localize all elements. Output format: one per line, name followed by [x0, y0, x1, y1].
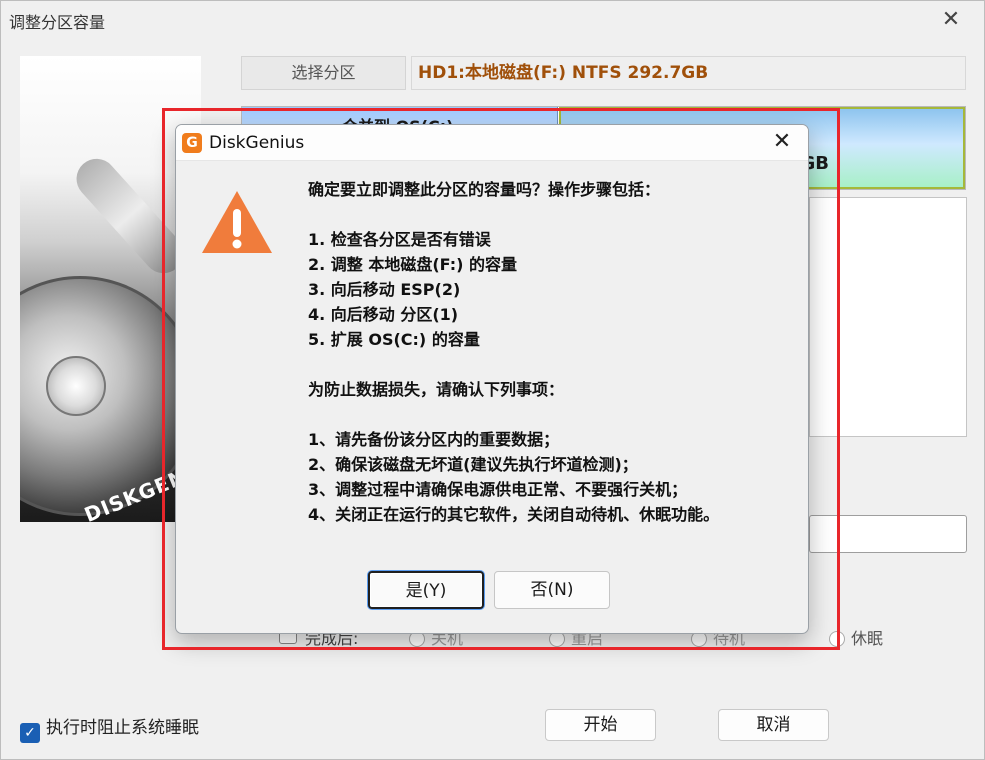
message-line: 为防止数据损失，请确认下列事项：	[308, 380, 565, 399]
partition-settings-panel	[809, 197, 967, 437]
diskgenius-banner-image: DISKGENIUS	[20, 56, 201, 522]
message-line: 2、确保该磁盘无坏道(建议先执行坏道检测)；	[308, 455, 638, 474]
dialog-message: 确定要立即调整此分区的容量吗？操作步骤包括： 1. 检查各分区是否有错误 2. …	[308, 177, 788, 527]
prevent-sleep-label: 执行时阻止系统睡眠	[46, 718, 199, 738]
prevent-sleep-checkbox[interactable]: ✓ 执行时阻止系统睡眠	[20, 713, 199, 743]
message-line	[308, 202, 788, 227]
message-line: 4、关闭正在运行的其它软件，关闭自动待机、休眠功能。	[308, 505, 720, 524]
partition-info-field: HD1:本地磁盘(F:) NTFS 292.7GB	[411, 56, 966, 90]
select-partition-button[interactable]: 选择分区	[241, 56, 406, 90]
diskgenius-app-icon: G	[182, 133, 202, 153]
message-line	[308, 352, 788, 377]
window-title: 调整分区容量	[9, 13, 106, 32]
window-close-icon[interactable]: ✕	[936, 5, 966, 35]
disk-arm-graphic	[68, 150, 192, 282]
dialog-title: DiskGenius	[209, 133, 305, 153]
message-line: 确定要立即调整此分区的容量吗？操作步骤包括：	[308, 180, 661, 199]
message-line: 1. 检查各分区是否有错误	[308, 230, 491, 249]
no-button[interactable]: 否(N)	[494, 571, 610, 609]
radio-circle-icon	[829, 631, 845, 647]
radio-hibernate-label: 休眠	[851, 629, 884, 648]
message-line: 3、调整过程中请确保电源供电正常、不要强行关机；	[308, 480, 688, 499]
message-line: 5. 扩展 OS(C:) 的容量	[308, 330, 480, 349]
size-input[interactable]	[809, 515, 967, 553]
confirm-dialog: G DiskGenius ✕ 确定要立即调整此分区的容量吗？操作步骤包括： 1.…	[175, 124, 809, 634]
yes-button[interactable]: 是(Y)	[368, 571, 484, 609]
message-line: 4. 向后移动 分区(1)	[308, 305, 459, 324]
radio-hibernate[interactable]: 休眠	[829, 625, 883, 649]
disk-hub-graphic	[46, 356, 106, 416]
message-line: 1、请先备份该分区内的重要数据；	[308, 430, 560, 449]
dialog-close-icon[interactable]: ✕	[768, 128, 796, 156]
start-button[interactable]: 开始	[545, 709, 656, 741]
message-line: 2. 调整 本地磁盘(F:) 的容量	[308, 255, 518, 274]
message-line	[308, 402, 788, 427]
cancel-button[interactable]: 取消	[718, 709, 829, 741]
message-line: 3. 向后移动 ESP(2)	[308, 280, 461, 299]
checkmark-icon: ✓	[20, 723, 40, 743]
dialog-titlebar: G DiskGenius ✕	[176, 125, 808, 161]
warning-icon	[202, 191, 272, 253]
